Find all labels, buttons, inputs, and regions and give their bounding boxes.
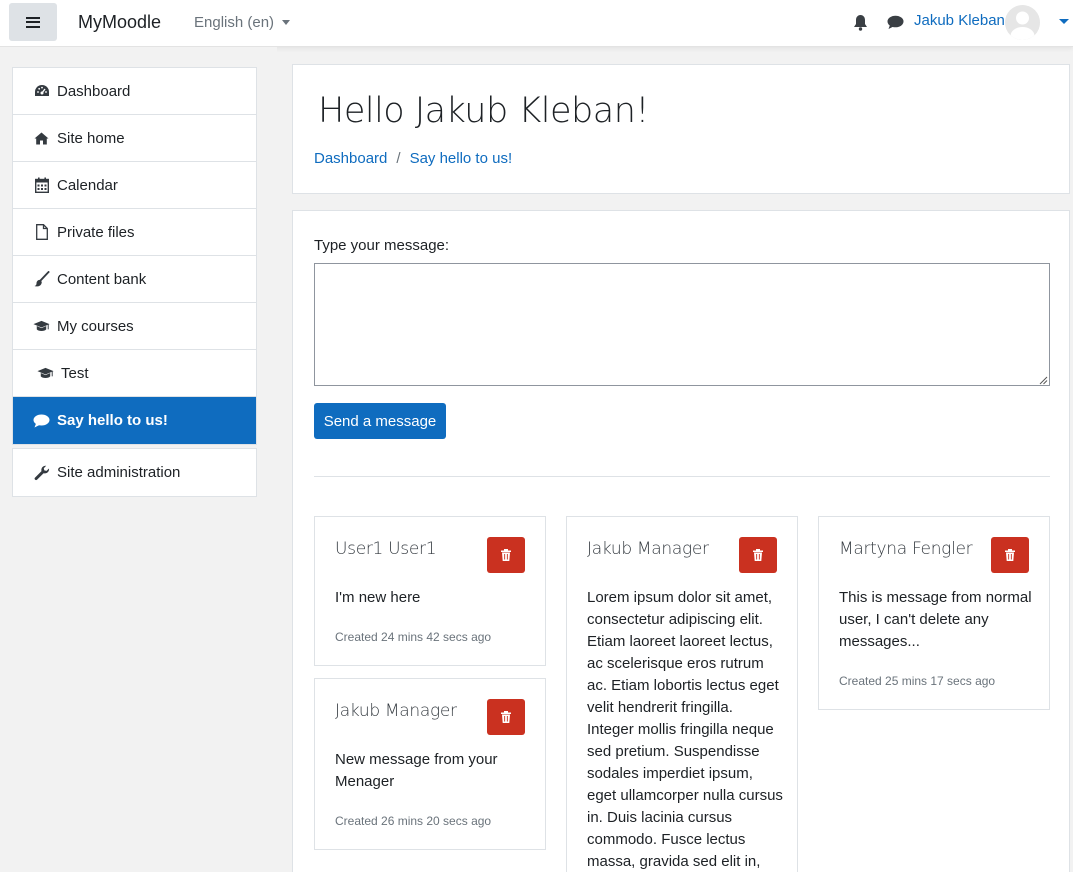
- send-message-button[interactable]: Send a message: [314, 403, 446, 439]
- sidebar-item-label: Say hello to us!: [57, 412, 168, 429]
- admin-nav-list: Site administration: [12, 448, 257, 497]
- message-author: Martyna Fengler: [839, 539, 973, 559]
- breadcrumb-dashboard-link[interactable]: Dashboard: [314, 150, 387, 167]
- message-text: I'm new here: [335, 589, 421, 606]
- divider: [314, 476, 1050, 477]
- top-navbar: MyMoodle English (en) Jakub Kleban: [0, 0, 1073, 47]
- home-icon: [33, 130, 50, 146]
- message-created-time: Created 24 mins 42 secs ago: [335, 630, 492, 644]
- paintbrush-icon: [33, 271, 50, 287]
- sidebar-item-content-bank[interactable]: Content bank: [13, 256, 256, 303]
- message-text: This is message from normal user, I can'…: [839, 589, 1032, 650]
- main-content: Type your message: Send a message User1 …: [292, 210, 1070, 872]
- delete-message-button[interactable]: [487, 537, 525, 573]
- dashboard-icon: [33, 83, 50, 99]
- breadcrumb-separator: /: [396, 150, 401, 167]
- page-header: Hello Jakub Kleban! Dashboard / Say hell…: [292, 64, 1070, 194]
- message-label: Type your message:: [314, 237, 450, 254]
- message-text: New message from your Menager: [335, 751, 498, 790]
- sidebar-item-calendar[interactable]: Calendar: [13, 162, 256, 209]
- message-textarea[interactable]: [314, 263, 1050, 386]
- sidebar-item-site-home[interactable]: Site home: [13, 115, 256, 162]
- graduation-cap-icon: [33, 318, 50, 334]
- calendar-icon: [33, 177, 50, 193]
- trash-icon: [501, 549, 511, 561]
- message-author: Jakub Manager: [587, 539, 709, 559]
- trash-icon: [753, 549, 763, 561]
- language-label: English (en): [194, 14, 275, 31]
- avatar-icon[interactable]: [1005, 5, 1040, 40]
- delete-message-button[interactable]: [739, 537, 777, 573]
- message-card: Jakub Manager New message from your Mena…: [314, 678, 546, 850]
- site-brand[interactable]: MyMoodle: [78, 12, 161, 33]
- message-created-time: Created 26 mins 20 secs ago: [335, 814, 492, 828]
- message-card: Jakub Manager Lorem ipsum dolor sit amet…: [566, 516, 798, 872]
- sidebar-item-site-administration[interactable]: Site administration: [13, 449, 256, 496]
- trash-icon: [1005, 549, 1015, 561]
- sidebar-item-label: My courses: [57, 317, 134, 335]
- sidebar-item-label: Dashboard: [57, 82, 131, 100]
- message-text: Lorem ipsum dolor sit amet, consectetur …: [587, 589, 783, 870]
- graduation-cap-icon: [37, 365, 54, 381]
- page-title: Hello Jakub Kleban!: [318, 91, 649, 131]
- chevron-down-icon: [282, 20, 291, 25]
- menu-toggle-button[interactable]: [9, 3, 57, 41]
- bell-icon[interactable]: [853, 14, 868, 35]
- chat-icon[interactable]: [887, 15, 904, 34]
- sidebar-item-label: Calendar: [57, 176, 118, 194]
- message-created-time: Created 25 mins 17 secs ago: [839, 674, 996, 688]
- sidebar-item-test[interactable]: Test: [13, 350, 256, 397]
- message-author: User1 User1: [335, 539, 437, 559]
- sidebar-item-dashboard[interactable]: Dashboard: [13, 68, 256, 115]
- sidebar-item-my-courses[interactable]: My courses: [13, 303, 256, 350]
- main-nav-list: Dashboard Site home Calendar Private fil…: [12, 67, 257, 445]
- sidebar-item-label: Content bank: [57, 270, 147, 288]
- navigation-drawer: Dashboard Site home Calendar Private fil…: [0, 47, 277, 872]
- resize-grip-icon[interactable]: [1039, 376, 1048, 385]
- wrench-icon: [33, 465, 50, 481]
- chat-icon: [33, 413, 50, 429]
- message-author: Jakub Manager: [335, 701, 457, 721]
- sidebar-item-private-files[interactable]: Private files: [13, 209, 256, 256]
- language-menu[interactable]: English (en): [194, 14, 291, 31]
- file-icon: [33, 224, 50, 240]
- sidebar-item-label: Site home: [57, 129, 125, 147]
- sidebar-item-say-hello[interactable]: Say hello to us!: [13, 397, 256, 444]
- message-card: Martyna Fengler This is message from nor…: [818, 516, 1050, 710]
- message-card: User1 User1 I'm new here Created 24 mins…: [314, 516, 546, 666]
- user-menu-name[interactable]: Jakub Kleban: [914, 12, 1005, 29]
- trash-icon: [501, 711, 511, 723]
- breadcrumb: Dashboard / Say hello to us!: [314, 150, 512, 167]
- sidebar-item-label: Test: [61, 364, 89, 382]
- delete-message-button[interactable]: [487, 699, 525, 735]
- sidebar-item-label: Private files: [57, 223, 135, 241]
- delete-message-button[interactable]: [991, 537, 1029, 573]
- breadcrumb-current-link[interactable]: Say hello to us!: [410, 150, 513, 167]
- menu-icon: [26, 16, 40, 28]
- chevron-down-icon[interactable]: [1059, 19, 1069, 24]
- sidebar-item-label: Site administration: [57, 464, 181, 481]
